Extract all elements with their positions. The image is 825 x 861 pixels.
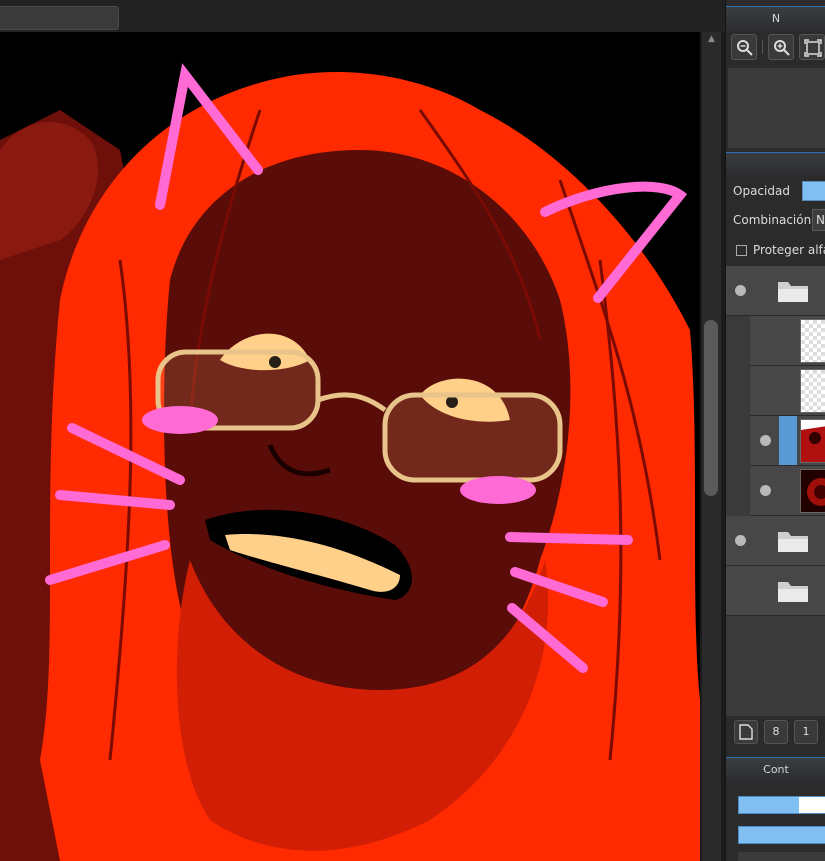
brush-panel-title: Cont [726,757,825,782]
layer-row[interactable] [750,366,825,416]
document-tab[interactable] [0,6,119,30]
zoom-in-icon [774,40,790,56]
layer-row[interactable] [750,316,825,366]
navigator-preview[interactable] [728,68,825,148]
opacity-slider[interactable] [802,181,825,201]
canvas-illustration [0,32,700,861]
eye-icon[interactable] [735,535,746,546]
eye-icon[interactable] [735,285,746,296]
folder-icon [778,532,808,552]
layer-row-selected[interactable] [750,416,825,466]
new-layer-icon [739,724,753,740]
left-blush [142,406,218,434]
layer-row[interactable] [750,466,825,516]
fit-screen-button[interactable] [799,34,825,60]
protect-alpha-label: Proteger alfa [753,243,825,257]
new-8bit-layer-button[interactable]: 8 [764,720,788,744]
zoom-out-icon [737,40,753,56]
side-panel: N Opacidad Combinación N Proteger alfa 8… [725,0,825,861]
layer-thumbnail [800,419,825,463]
layer-folder-row[interactable] [726,516,825,566]
protect-alpha-checkbox[interactable] [736,245,747,256]
eye-icon[interactable] [760,485,771,496]
document-tab-bar [0,0,727,32]
layer-thumbnail [800,369,825,413]
navigator-panel-title: N [726,6,825,31]
zoom-out-button[interactable] [731,34,757,60]
selected-indicator [779,416,797,465]
layer-list [726,266,825,716]
blend-mode-label: Combinación [733,213,812,227]
new-1bit-layer-button[interactable]: 1 [794,720,818,744]
folder-icon [778,582,808,602]
brush-size-slider[interactable] [738,796,825,814]
layer-thumbnail-art [801,420,825,462]
folder-icon [778,282,808,302]
fit-screen-icon [804,39,822,57]
layer-thumbnail [800,319,825,363]
toolbar-divider [762,40,763,54]
right-blush [460,476,536,504]
layer-folder-row[interactable] [726,566,825,616]
brush-density-slider[interactable] [738,826,825,844]
eye-icon[interactable] [760,435,771,446]
layer-thumbnail [800,469,825,513]
layer-properties-header [726,152,825,175]
scrollbar-thumb[interactable] [704,320,718,496]
zoom-in-button[interactable] [768,34,794,60]
new-layer-button[interactable] [734,720,758,744]
drawing-canvas[interactable] [0,32,700,861]
scroll-up-icon[interactable]: ▲ [702,32,721,46]
blend-mode-select[interactable]: N [812,209,825,231]
layer-folder-row[interactable] [726,266,825,316]
opacity-label: Opacidad [733,184,790,198]
layer-thumbnail-art [801,470,825,512]
panel-bottom-strip [738,852,825,861]
slider-fill [739,797,800,813]
